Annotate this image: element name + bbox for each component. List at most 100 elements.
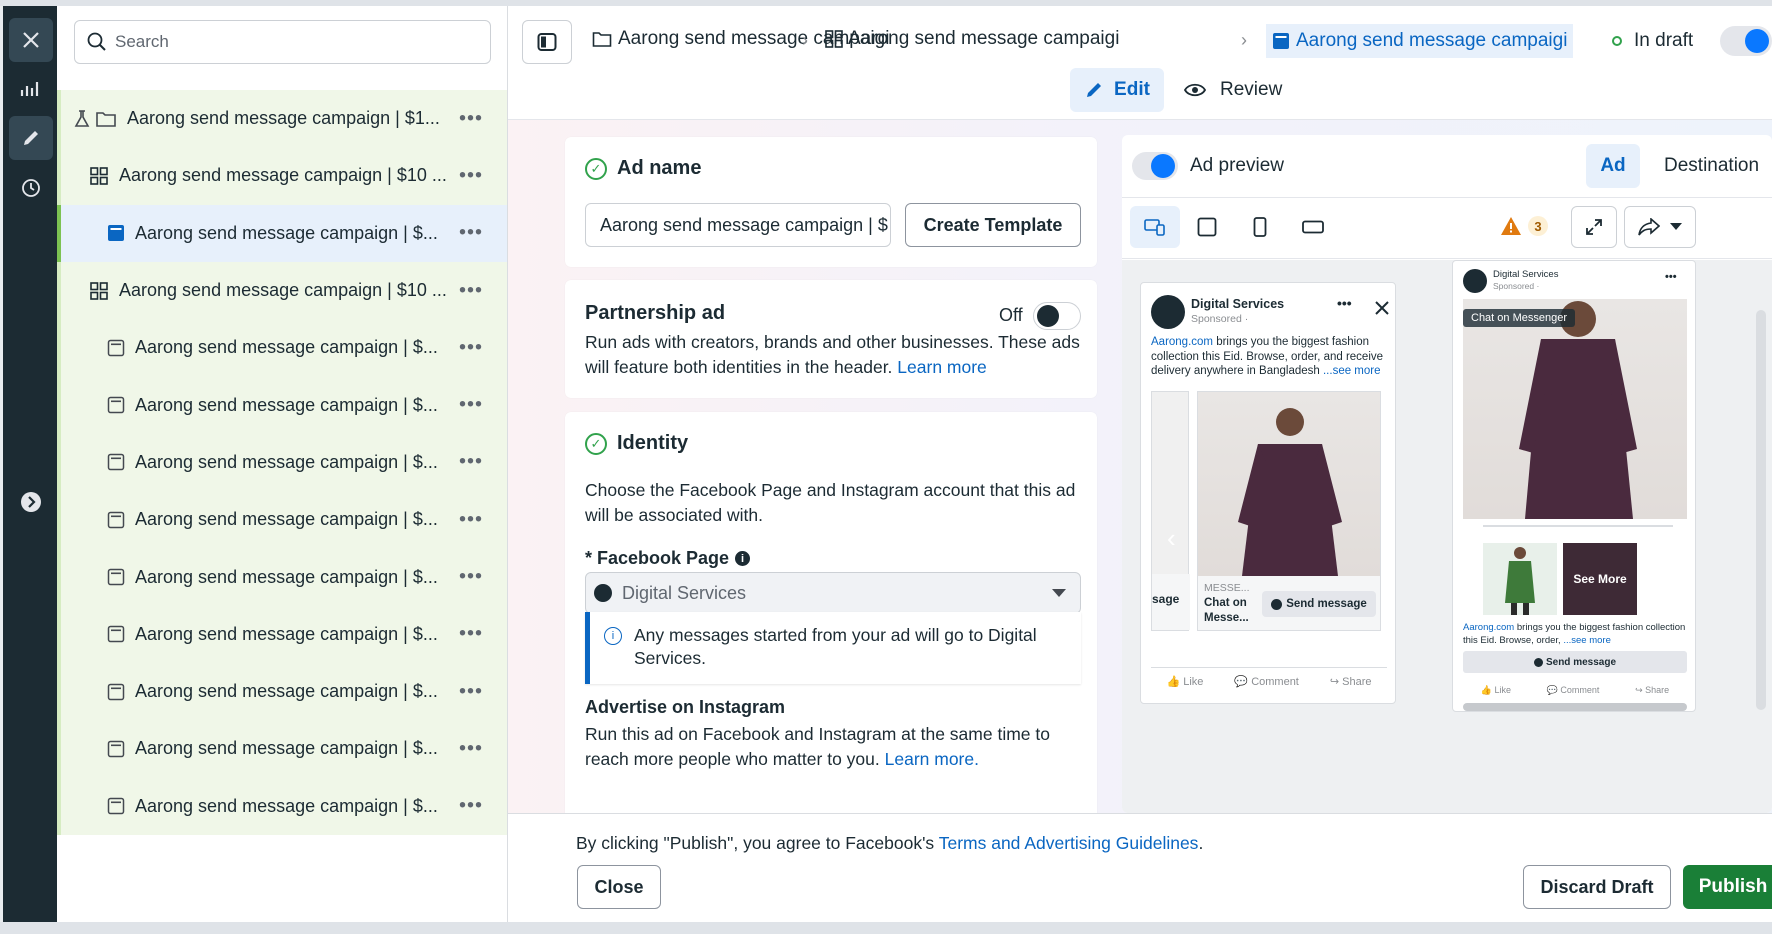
check-icon: ✓ [585, 432, 607, 455]
landscape-icon[interactable] [1288, 206, 1338, 248]
see-more-link[interactable]: ...see more [1563, 635, 1611, 646]
grid-icon [89, 281, 109, 301]
send-message-button[interactable]: Send message [1262, 591, 1376, 617]
more-options-icon[interactable]: ••• [459, 623, 483, 646]
send-message-button[interactable]: Send message [1463, 651, 1687, 673]
share-menu-button[interactable] [1624, 206, 1696, 248]
chevron-left-icon[interactable]: ‹ [1167, 523, 1176, 554]
more-options-icon[interactable]: ••• [459, 737, 483, 760]
info-icon[interactable]: i [735, 551, 751, 566]
tree-row[interactable]: Aarong send message campaign | $... ••• [57, 433, 507, 492]
see-more-tile[interactable]: See More [1563, 543, 1637, 615]
sidebar-toggle-button[interactable] [522, 20, 572, 64]
more-icon[interactable]: ••• [1337, 295, 1352, 311]
tree-row[interactable]: Aarong send message campaign | $1... ••• [57, 90, 507, 148]
ad-name-value: Aarong send message campaign | $ [600, 214, 888, 235]
more-options-icon[interactable]: ••• [459, 336, 483, 359]
breadcrumb-adset[interactable]: Aarong send message campaigi [824, 28, 1119, 50]
tab-destination[interactable]: Destination [1664, 144, 1759, 188]
sponsored-label: Sponsored · [1493, 281, 1540, 291]
draft-toggle[interactable] [1720, 26, 1772, 56]
partnership-toggle[interactable] [1033, 302, 1081, 330]
status-dot-icon [1612, 36, 1622, 46]
tree-row[interactable]: Aarong send message campaign | $... ••• [57, 319, 507, 377]
share-button[interactable]: ↪ Share [1330, 675, 1372, 688]
chevron-right-icon[interactable] [9, 480, 53, 524]
more-options-icon[interactable]: ••• [459, 451, 483, 474]
tree-row[interactable]: Aarong send message campaign | $... ••• [57, 376, 507, 434]
ad-preview-toggle[interactable] [1132, 152, 1178, 180]
more-options-icon[interactable]: ••• [459, 566, 483, 589]
tree-row-label: Aarong send message campaign | $... [135, 451, 438, 472]
create-template-button[interactable]: Create Template [905, 203, 1081, 247]
more-options-icon[interactable]: ••• [459, 279, 483, 302]
more-options-icon[interactable]: ••• [459, 394, 483, 417]
ad-name-input[interactable]: Aarong send message campaign | $ [585, 203, 891, 247]
ad-outline-icon [107, 568, 125, 586]
more-options-icon[interactable]: ••• [459, 222, 483, 245]
chevron-down-icon [1052, 589, 1066, 597]
tree-row[interactable]: Aarong send message campaign | $10 ... ••… [57, 261, 507, 320]
close-button[interactable]: Close [577, 865, 661, 909]
tree-row[interactable]: Aarong send message campaign | $... ••• [57, 720, 507, 778]
product-image: Chat on Messenger [1463, 299, 1687, 519]
feed-square-icon[interactable] [1182, 206, 1232, 248]
terms-link[interactable]: Terms and Advertising Guidelines [939, 833, 1199, 853]
tree-row[interactable]: Aarong send message campaign | $... ••• [57, 605, 507, 663]
more-icon[interactable]: ••• [1665, 271, 1677, 283]
tree-row[interactable]: Aarong send message campaign | $... ••• [57, 548, 507, 606]
tab-edit[interactable]: Edit [1070, 68, 1164, 112]
comment-button[interactable]: 💬 Comment [1547, 685, 1600, 696]
close-icon[interactable] [1375, 301, 1389, 315]
tab-review[interactable]: Review [1184, 68, 1282, 112]
info-icon: i [604, 627, 622, 645]
partnership-card: Partnership ad Off Run ads with creators… [565, 280, 1097, 398]
tree-row[interactable]: Aarong send message campaign | $10 ... ••… [57, 147, 507, 205]
more-options-icon[interactable]: ••• [459, 164, 483, 187]
more-options-icon[interactable]: ••• [459, 107, 483, 130]
tree-row[interactable]: Aarong send message campaign | $... ••• [57, 204, 507, 262]
ad-text-link[interactable]: Aarong.com [1151, 336, 1213, 348]
instagram-learn-more-link[interactable]: Learn more. [885, 749, 979, 769]
facebook-page-select[interactable]: Digital Services [585, 572, 1081, 614]
expand-icon[interactable] [1571, 206, 1617, 248]
search-input[interactable] [115, 32, 455, 52]
comment-button[interactable]: 💬 Comment [1234, 675, 1298, 688]
close-icon[interactable] [9, 18, 53, 62]
messenger-icon [1533, 657, 1543, 667]
tree-row-label: Aarong send message campaign | $10 ... [119, 165, 447, 186]
publish-button[interactable]: Publish [1683, 865, 1772, 909]
tree-row-label: Aarong send message campaign | $... [135, 623, 438, 644]
more-options-icon[interactable]: ••• [459, 680, 483, 703]
horizontal-scrollbar[interactable] [1463, 703, 1687, 711]
tree-row[interactable]: Aarong send message campaign | $... ••• [57, 491, 507, 549]
instagram-title: Advertise on Instagram [585, 697, 786, 717]
pencil-icon[interactable] [9, 116, 53, 160]
breadcrumb-ad[interactable]: Aarong send message campaigi [1266, 24, 1574, 58]
share-button[interactable]: ↪ Share [1635, 685, 1669, 696]
like-button[interactable]: 👍 Like [1166, 675, 1203, 688]
chart-icon[interactable] [9, 66, 53, 110]
tree-row[interactable]: Aarong send message campaign | $... ••• [57, 777, 507, 835]
tree-row-label: Aarong send message campaign | $... [135, 394, 438, 415]
tree-row-label: Aarong send message campaign | $... [135, 738, 438, 759]
thumbnail-green[interactable] [1483, 543, 1557, 615]
search-box[interactable] [74, 20, 491, 64]
tab-ad[interactable]: Ad [1586, 144, 1640, 188]
vertical-scrollbar[interactable] [1756, 310, 1766, 710]
story-vertical-icon[interactable] [1235, 206, 1285, 248]
discard-draft-button[interactable]: Discard Draft [1523, 865, 1671, 909]
tree-row[interactable]: Aarong send message campaign | $... ••• [57, 662, 507, 721]
partnership-desc-text: Run ads with creators, brands and other … [585, 332, 1080, 377]
like-button[interactable]: 👍 Like [1481, 685, 1511, 696]
all-placements-icon[interactable] [1130, 206, 1180, 248]
more-options-icon[interactable]: ••• [459, 508, 483, 531]
partnership-learn-more-link[interactable]: Learn more [897, 357, 987, 377]
breadcrumb-label: Aarong send message campaigi [848, 28, 1120, 49]
see-more-link[interactable]: ...see more [1323, 365, 1381, 377]
ad-text-link[interactable]: Aarong.com [1463, 622, 1514, 633]
more-options-icon[interactable]: ••• [459, 795, 483, 818]
breadcrumb-separator: › [1241, 30, 1247, 50]
clock-icon[interactable] [9, 166, 53, 210]
warnings-indicator[interactable]: 3 [1500, 216, 1548, 236]
